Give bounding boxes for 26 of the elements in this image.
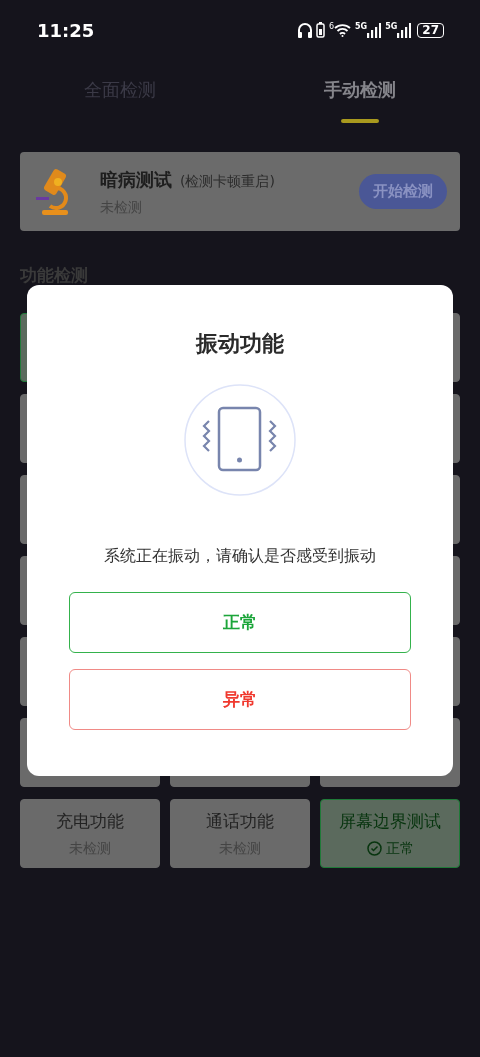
test-tile[interactable]: 屏幕边界测试 正常 bbox=[320, 799, 460, 868]
network-label: 5G bbox=[355, 22, 368, 31]
tab-indicator bbox=[341, 119, 379, 123]
tab[interactable]: 手动检测 bbox=[324, 76, 396, 103]
test-note: (检测卡顿重启) bbox=[180, 171, 275, 191]
wifi-label: 6 bbox=[328, 23, 334, 31]
tile-title: 屏幕边界测试 bbox=[339, 811, 441, 831]
tile-title: 通话功能 bbox=[206, 811, 274, 831]
dialog-message: 系统正在振动，请确认是否感受到振动 bbox=[104, 546, 376, 565]
signal-icon bbox=[397, 22, 412, 38]
battery-indicator: 27 bbox=[417, 22, 444, 38]
dialog-title: 振动功能 bbox=[196, 331, 284, 356]
check-circle-icon bbox=[366, 841, 382, 856]
battery-saver-icon bbox=[315, 22, 325, 38]
test-title: 暗病测试 bbox=[100, 167, 172, 192]
headphones-icon bbox=[297, 22, 312, 38]
tile-title: 充电功能 bbox=[56, 811, 124, 831]
vibrating-phone-icon bbox=[184, 384, 296, 496]
abnormal-button[interactable]: 异常 bbox=[69, 669, 411, 730]
signal-icon bbox=[367, 22, 382, 38]
start-button[interactable]: 开始检测 bbox=[359, 174, 447, 209]
tile-status: 正常 bbox=[385, 839, 414, 858]
network-label: 5G bbox=[385, 22, 398, 31]
clock: 11:25 bbox=[37, 18, 95, 43]
wifi-icon bbox=[334, 23, 351, 37]
normal-button[interactable]: 正常 bbox=[69, 592, 411, 653]
